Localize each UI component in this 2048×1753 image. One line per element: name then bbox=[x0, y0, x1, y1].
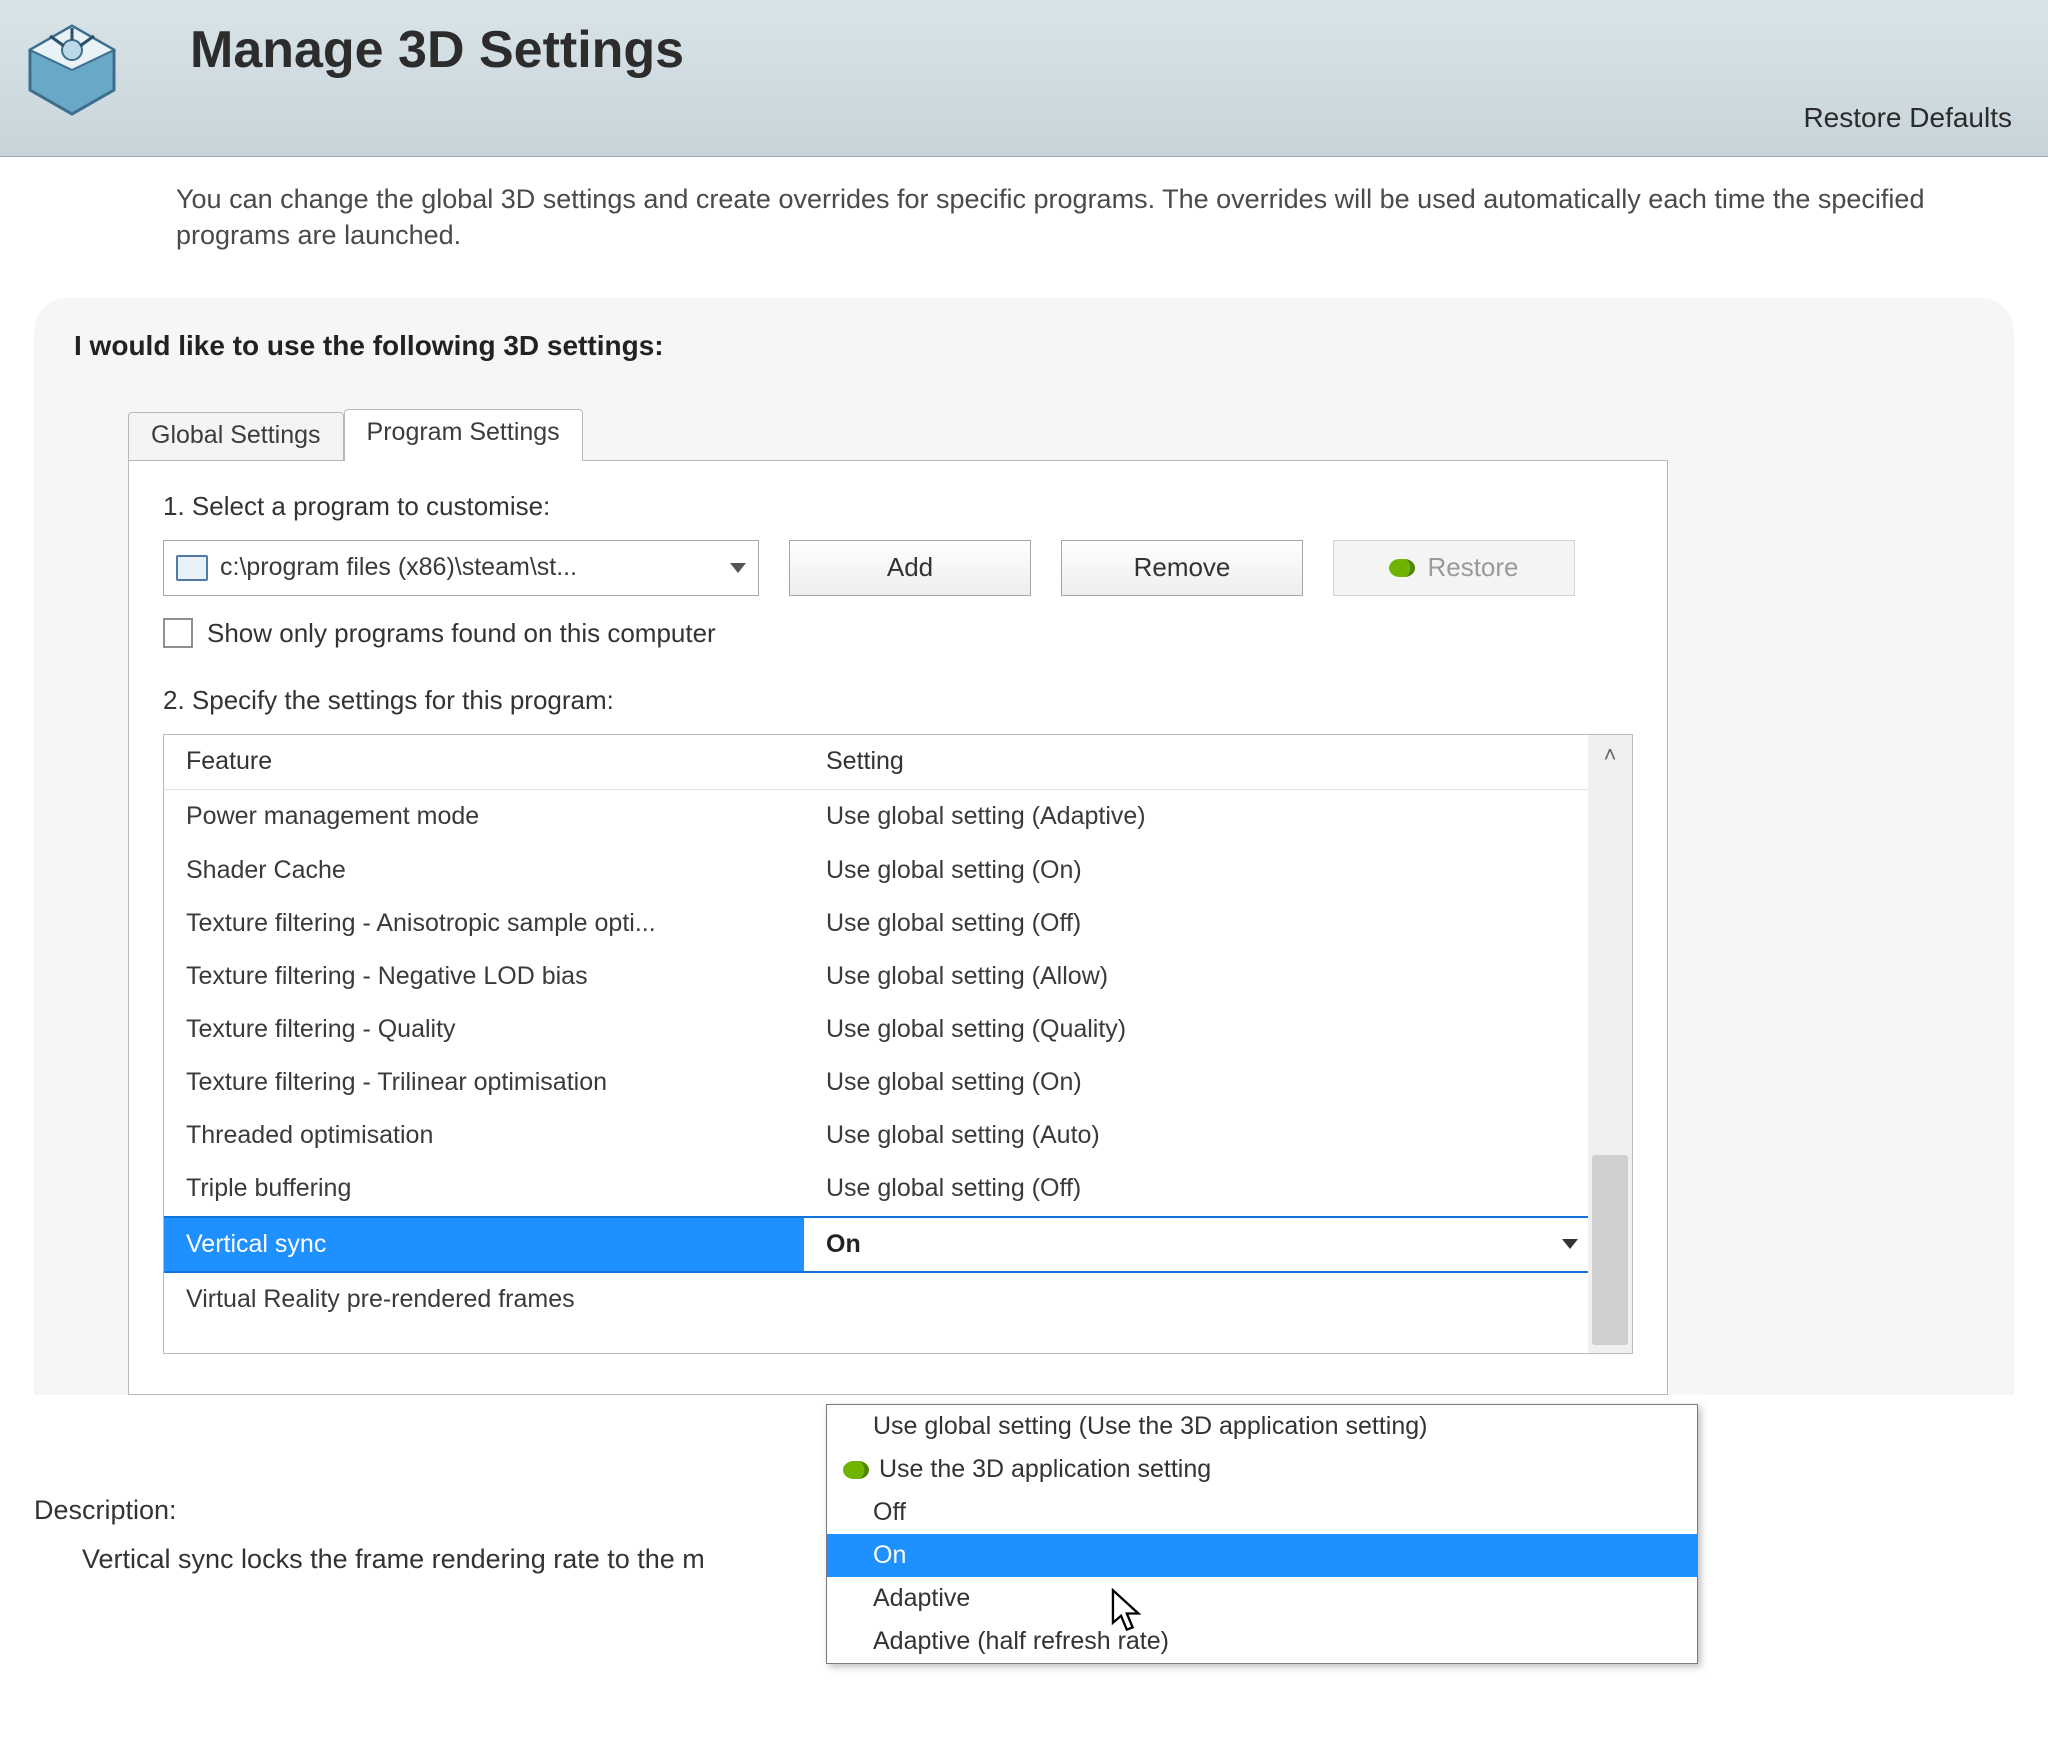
tab-program-settings[interactable]: Program Settings bbox=[344, 409, 583, 461]
setting-cell[interactable]: Use global setting (Quality) bbox=[804, 1003, 1588, 1056]
header-bar: Manage 3D Settings Restore Defaults bbox=[0, 0, 2048, 157]
feature-cell[interactable]: Vertical sync bbox=[164, 1216, 804, 1273]
setting-cell[interactable]: Use global setting (Allow) bbox=[804, 950, 1588, 1003]
show-only-checkbox[interactable]: Show only programs found on this compute… bbox=[163, 618, 1633, 649]
tabs-area: Global Settings Program Settings 1. Sele… bbox=[128, 410, 1668, 1395]
col-header-setting[interactable]: Setting bbox=[804, 735, 1588, 791]
restore-button[interactable]: Restore bbox=[1333, 540, 1575, 596]
col-header-feature[interactable]: Feature bbox=[164, 735, 804, 791]
chevron-down-icon bbox=[730, 563, 746, 573]
setting-cell[interactable]: Use global setting (Auto) bbox=[804, 1109, 1588, 1162]
settings-table: Feature Setting ˄ Power management modeU… bbox=[163, 734, 1633, 1354]
feature-cell[interactable]: Threaded optimisation bbox=[164, 1109, 804, 1162]
setting-cell[interactable]: Use global setting (Off) bbox=[804, 1162, 1588, 1215]
setting-cell[interactable]: Use global setting (Off) bbox=[804, 897, 1588, 950]
program-row: c:\program files (x86)\steam\st... Add R… bbox=[163, 540, 1633, 596]
settings-card: I would like to use the following 3D set… bbox=[34, 298, 2014, 1395]
scrollbar[interactable]: ˄ bbox=[1588, 735, 1632, 1353]
page-title: Manage 3D Settings bbox=[190, 20, 684, 80]
feature-cell[interactable]: Virtual Reality pre-rendered frames bbox=[164, 1273, 804, 1326]
setting-cell[interactable]: On bbox=[804, 1216, 1588, 1273]
feature-cell[interactable]: Texture filtering - Quality bbox=[164, 1003, 804, 1056]
app-icon bbox=[22, 18, 122, 118]
feature-cell[interactable]: Texture filtering - Anisotropic sample o… bbox=[164, 897, 804, 950]
tab-global-settings[interactable]: Global Settings bbox=[128, 412, 344, 460]
program-select[interactable]: c:\program files (x86)\steam\st... bbox=[163, 540, 759, 596]
dropdown-option[interactable]: Off bbox=[827, 1491, 1697, 1534]
feature-cell[interactable]: Power management mode bbox=[164, 790, 804, 843]
setting-cell[interactable]: Use global setting (On) bbox=[804, 844, 1588, 897]
remove-button[interactable]: Remove bbox=[1061, 540, 1303, 596]
nvidia-icon bbox=[843, 1461, 869, 1479]
restore-defaults-link[interactable]: Restore Defaults bbox=[1803, 102, 2012, 134]
feature-cell[interactable]: Texture filtering - Negative LOD bias bbox=[164, 950, 804, 1003]
scroll-up-icon[interactable]: ˄ bbox=[1588, 735, 1632, 775]
dropdown-option[interactable]: On bbox=[827, 1534, 1697, 1577]
feature-cell[interactable]: Triple buffering bbox=[164, 1162, 804, 1215]
add-button[interactable]: Add bbox=[789, 540, 1031, 596]
tab-strip: Global Settings Program Settings bbox=[128, 410, 1668, 460]
dropdown-option[interactable]: Use the 3D application setting bbox=[827, 1448, 1697, 1491]
program-icon bbox=[176, 555, 208, 581]
checkbox-box bbox=[163, 618, 193, 648]
chevron-down-icon bbox=[1562, 1239, 1578, 1249]
nvidia-icon bbox=[1389, 559, 1415, 577]
setting-cell[interactable]: Use global setting (Adaptive) bbox=[804, 790, 1588, 843]
restore-button-label: Restore bbox=[1427, 552, 1518, 583]
dropdown-option[interactable]: Adaptive bbox=[827, 1577, 1697, 1620]
vsync-dropdown[interactable]: Use global setting (Use the 3D applicati… bbox=[826, 1404, 1698, 1664]
section-heading: I would like to use the following 3D set… bbox=[74, 330, 1974, 362]
feature-cell[interactable]: Shader Cache bbox=[164, 844, 804, 897]
feature-cell[interactable]: Texture filtering - Trilinear optimisati… bbox=[164, 1056, 804, 1109]
dropdown-option[interactable]: Adaptive (half refresh rate) bbox=[827, 1620, 1697, 1663]
settings-rows: Power management modeUse global setting … bbox=[164, 790, 1588, 1326]
setting-cell[interactable] bbox=[804, 1273, 1588, 1326]
scroll-thumb[interactable] bbox=[1592, 1155, 1628, 1345]
dropdown-option[interactable]: Use global setting (Use the 3D applicati… bbox=[827, 1405, 1697, 1448]
tab-panel-program-settings: 1. Select a program to customise: c:\pro… bbox=[128, 460, 1668, 1395]
step2-label: 2. Specify the settings for this program… bbox=[163, 685, 1633, 716]
step1-label: 1. Select a program to customise: bbox=[163, 491, 1633, 522]
setting-cell[interactable]: Use global setting (On) bbox=[804, 1056, 1588, 1109]
checkbox-label: Show only programs found on this compute… bbox=[207, 618, 716, 649]
cursor-icon bbox=[1110, 1588, 1146, 1632]
intro-text: You can change the global 3D settings an… bbox=[176, 181, 1956, 254]
program-select-value: c:\program files (x86)\steam\st... bbox=[220, 553, 718, 582]
